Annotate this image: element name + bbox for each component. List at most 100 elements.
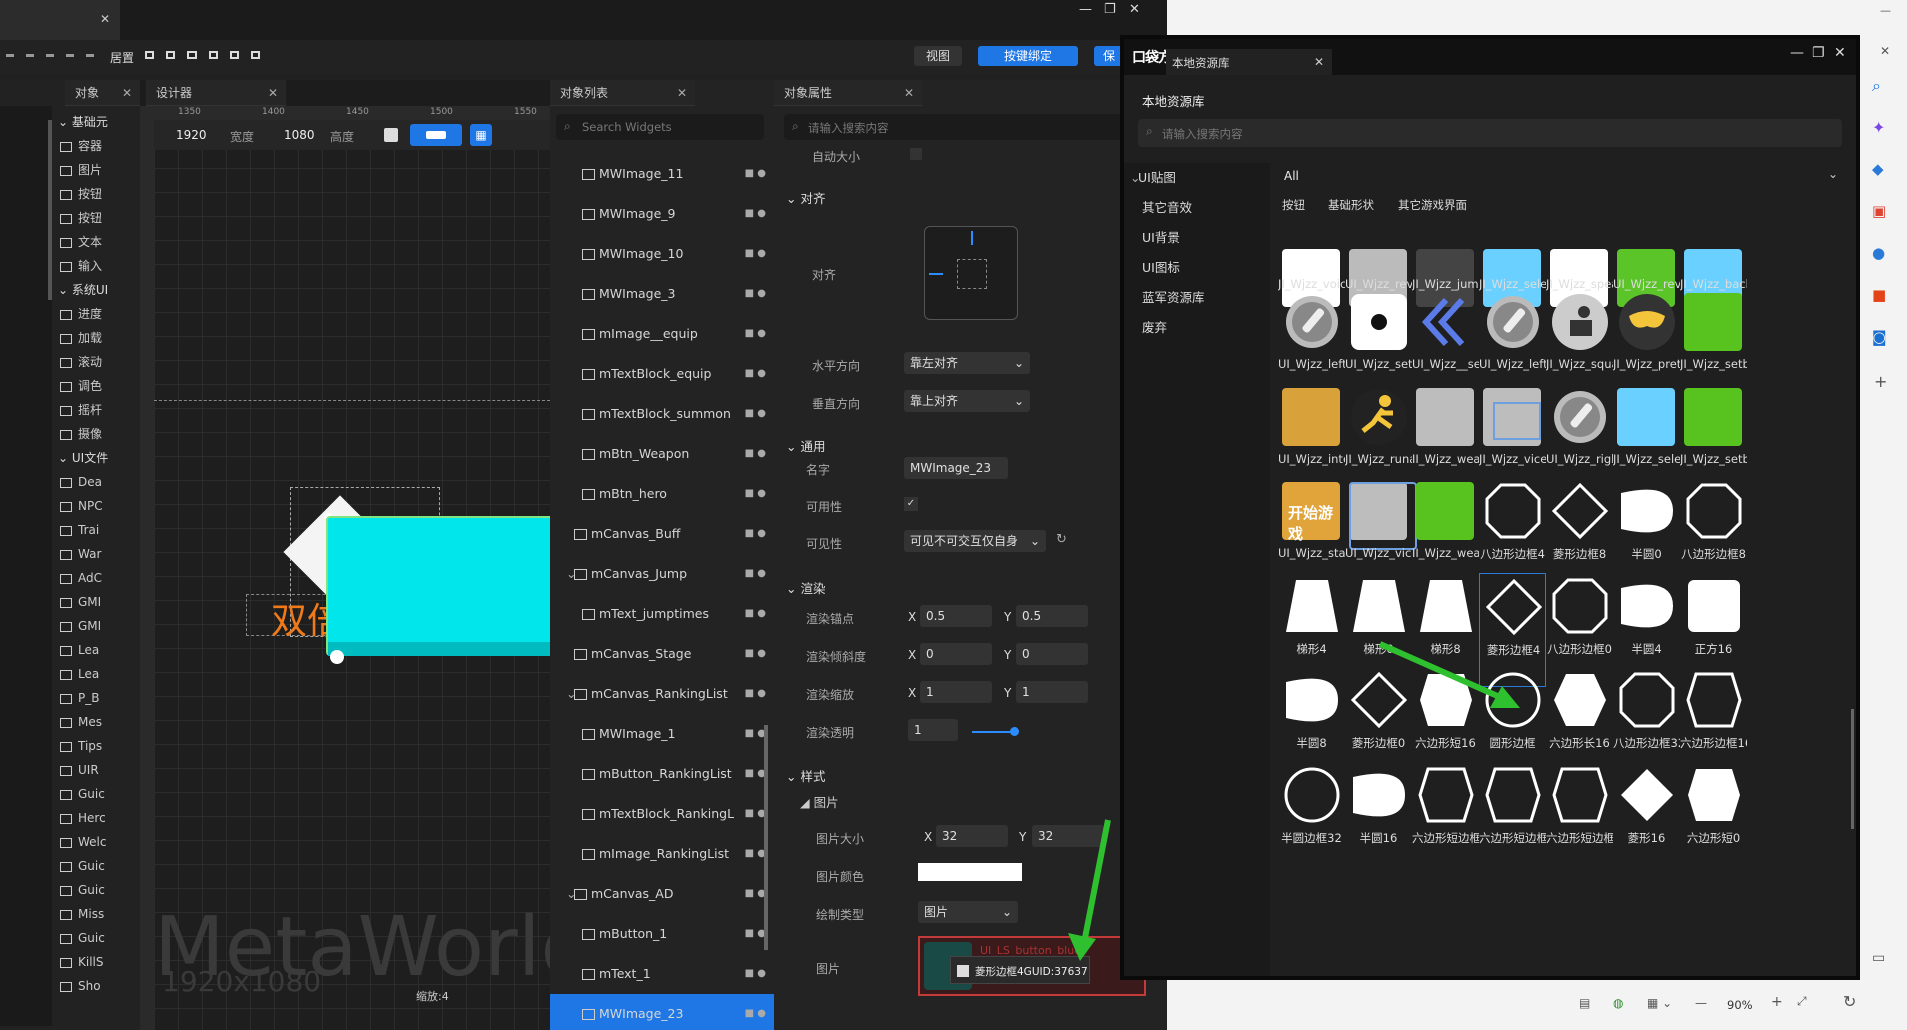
refresh-icon[interactable]: ↻ [1843,992,1856,1011]
tree-row[interactable]: MWImage_10 ■ ● [550,234,774,274]
grid-icon[interactable]: ▦ [470,124,492,146]
opacity-slider[interactable] [972,731,1012,733]
lock-visibility-icons[interactable]: ■ ● [745,874,766,914]
close-icon[interactable]: ✕ [904,80,914,106]
restore-icon[interactable]: ❐ [1812,45,1825,61]
distribute-icon[interactable] [229,51,239,59]
landscape-toggle[interactable] [410,124,462,146]
palette-item[interactable]: Lea [58,638,140,662]
v-dir-select[interactable]: 靠上对齐 ⌄ [904,390,1030,412]
lock-visibility-icons[interactable]: ■ ● [745,314,766,354]
add-icon[interactable]: + [1874,372,1887,391]
palette-item[interactable]: Trai [58,518,140,542]
lock-visibility-icons[interactable]: ■ ● [745,474,766,514]
palette-group[interactable]: ⌄ 系统UI [58,278,140,302]
filter-chip[interactable]: 基础形状 [1328,197,1374,213]
tree-row[interactable]: mBtn_Weapon ■ ● [550,434,774,474]
tree-row[interactable]: mCanvas_Stage ■ ● [550,634,774,674]
palette-item[interactable]: Guic [58,926,140,950]
palette-item[interactable]: Herc [58,806,140,830]
category-item[interactable]: 蓝军资源库 [1124,283,1270,313]
object-list-tab[interactable]: 对象列表 ✕ [550,80,695,106]
anchor-widget[interactable] [924,226,1018,320]
restore-icon[interactable]: ❐ [1104,2,1116,17]
close-icon[interactable]: ✕ [100,12,110,26]
view-button[interactable]: 视图 [914,46,962,66]
designer-tab[interactable]: 设计器 ✕ [146,80,286,106]
palette-item[interactable]: UIR [58,758,140,782]
pivot-y-field[interactable]: 0.5 [1016,605,1088,627]
palette-item[interactable]: Tips [58,734,140,758]
palette-item[interactable]: 摇杆 [58,398,140,422]
width-value[interactable]: 1920 [176,128,207,142]
library-tab[interactable]: 本地资源库 ✕ [1166,49,1332,75]
palette-item[interactable]: KillS [58,950,140,974]
close-icon[interactable]: ✕ [1880,44,1890,58]
tree-row[interactable]: mTextBlock_equip ■ ● [550,354,774,394]
scrollbar[interactable] [48,120,52,300]
close-icon[interactable]: ✕ [1314,55,1324,69]
palette-item[interactable]: 图片 [58,158,140,182]
palette-item[interactable]: Miss [58,902,140,926]
align-section[interactable]: ⌄ 对齐 [786,188,825,207]
close-icon[interactable]: ✕ [1834,45,1846,61]
tree-row[interactable]: mCanvas_Buff ■ ● [550,514,774,554]
lock-visibility-icons[interactable]: ■ ● [745,634,766,674]
asset-item[interactable]: 半圆边框32 [1278,762,1345,876]
lock-visibility-icons[interactable]: ■ ● [745,954,766,994]
close-icon[interactable]: ✕ [122,80,132,106]
tree-row[interactable]: mButton_RankingList ■ ● [550,754,774,794]
scale-y-field[interactable]: 1 [1016,681,1088,703]
tree-row[interactable]: mButton_1 ■ ● [550,914,774,954]
asset-item[interactable]: 六边形短0 [1680,762,1747,876]
chevron-down-icon[interactable]: ⌄ [1828,167,1838,181]
close-icon[interactable]: ✕ [1129,2,1140,17]
skew-y-field[interactable]: 0 [1016,643,1088,665]
panel-icon[interactable]: ▭ [1872,950,1885,966]
tree-row[interactable]: MWImage_3 ■ ● [550,274,774,314]
editor-tab[interactable]: ✕ [0,0,120,40]
library-search[interactable]: ⌕ 请输入搜索内容 [1138,119,1842,147]
palette-item[interactable]: Sho [58,974,140,998]
tree-row[interactable]: mImage_RankingList ■ ● [550,834,774,874]
filter-chip[interactable]: 其它游戏界面 [1398,197,1467,213]
palette-item[interactable]: Guic [58,854,140,878]
tree-row[interactable]: ⌄ mCanvas_Jump ■ ● [550,554,774,594]
sparkle-icon[interactable]: ✦ [1872,118,1885,137]
general-section[interactable]: ⌄ 通用 [786,436,825,455]
scrollbar[interactable] [764,725,768,950]
lock-visibility-icons[interactable]: ■ ● [745,714,766,754]
align-middle-icon[interactable] [86,54,94,57]
distribute-icon[interactable] [250,51,261,59]
lock-visibility-icons[interactable]: ■ ● [745,594,766,634]
tree-row[interactable]: ⌄ mCanvas_AD ■ ● [550,874,774,914]
img-size-x-field[interactable]: 32 [936,825,1008,847]
zoom-out-icon[interactable]: — [1695,996,1707,1010]
skew-x-field[interactable]: 0 [920,643,992,665]
palette-item[interactable]: Welc [58,830,140,854]
chevron-down-icon[interactable]: ⌄ [566,554,576,594]
h-dir-select[interactable]: 靠左对齐 ⌄ [904,352,1030,374]
pivot-x-field[interactable]: 0.5 [920,605,992,627]
palette-item[interactable]: 文本 [58,230,140,254]
tag-icon[interactable]: ◆ [1872,160,1884,178]
enabled-checkbox[interactable]: ✓ [904,497,918,511]
globe-icon[interactable]: ◍ [1613,996,1623,1010]
close-icon[interactable]: ✕ [268,80,278,106]
visible-select[interactable]: 可见不可交互仅自身 ⌄ [904,530,1046,552]
palette-item[interactable]: 进度 [58,302,140,326]
object-props-tab[interactable]: 对象属性 ✕ [774,80,922,106]
category-item[interactable]: UI图标 [1124,253,1270,283]
palette-item[interactable]: 输入 [58,254,140,278]
palette-item[interactable]: War [58,542,140,566]
office-icon[interactable]: ■ [1872,286,1886,304]
toolbox-icon[interactable]: ▣ [1872,202,1886,220]
reset-icon[interactable]: ↻ [1056,532,1067,547]
category-item[interactable]: UI背景 [1124,223,1270,253]
minimize-icon[interactable]: — [1790,45,1804,61]
palette-item[interactable]: 摄像 [58,422,140,446]
zoom-in-icon[interactable]: + [1771,994,1783,1010]
auto-size-checkbox[interactable] [910,148,922,160]
scale-x-field[interactable]: 1 [920,681,992,703]
palette-item[interactable]: 容器 [58,134,140,158]
